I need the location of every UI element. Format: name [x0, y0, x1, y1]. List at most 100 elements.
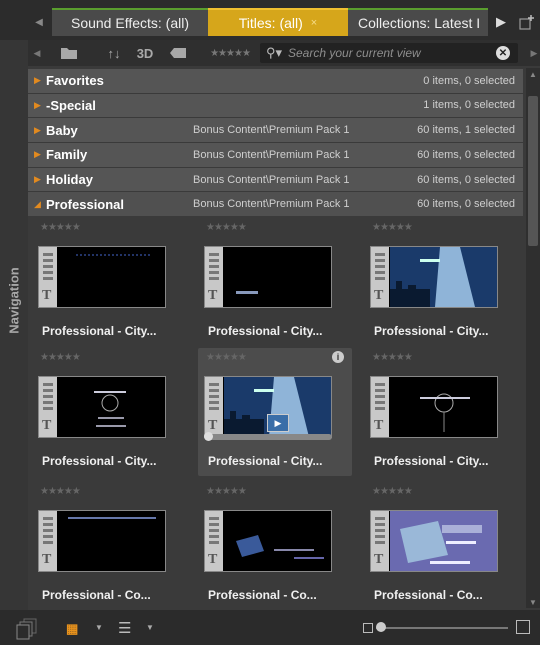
- preview-frame: [224, 247, 331, 307]
- close-tab-icon[interactable]: ×: [311, 17, 317, 29]
- zoom-slider-track[interactable]: [376, 627, 508, 629]
- preview-scrubber[interactable]: [204, 432, 332, 441]
- title-thumbnail-tile-selected[interactable]: ★★★★★ i T ▶ Professional - City...: [198, 348, 352, 476]
- rating-stars[interactable]: ★★★★★: [40, 222, 81, 233]
- rating-filter-stars[interactable]: ★★★★★: [204, 40, 256, 66]
- title-preview-image[interactable]: T: [38, 376, 166, 438]
- rating-stars[interactable]: ★★★★★: [206, 222, 247, 233]
- title-preview-image[interactable]: T: [204, 510, 332, 572]
- add-tab-icon[interactable]: [514, 8, 540, 36]
- title-preview-image[interactable]: T: [38, 246, 166, 308]
- navigation-panel-strip[interactable]: Navigation: [0, 0, 28, 645]
- category-row-special[interactable]: ▶ -Special 1 items, 0 selected: [28, 93, 523, 118]
- title-type-icon: T: [371, 511, 389, 571]
- category-row-baby[interactable]: ▶ Baby Bonus Content\Premium Pack 1 60 i…: [28, 118, 523, 142]
- tabs-scroll-right-icon[interactable]: ▶: [490, 8, 512, 36]
- toolbar-right-arrow-icon[interactable]: ▶: [528, 40, 540, 66]
- zoom-large-icon[interactable]: [516, 620, 530, 634]
- title-thumbnail-tile[interactable]: ★★★★★ T Professional - City...: [32, 218, 186, 346]
- tile-label: Professional - City...: [42, 324, 157, 338]
- play-preview-button[interactable]: ▶: [267, 414, 289, 432]
- rating-stars[interactable]: ★★★★★: [40, 352, 81, 363]
- title-type-icon: T: [205, 377, 223, 437]
- zoom-small-icon[interactable]: [363, 623, 373, 633]
- category-count: 60 items, 0 selected: [417, 173, 515, 186]
- title-thumbnail-tile[interactable]: ★★★★★ T Professional - Co...: [364, 482, 518, 610]
- scroll-up-icon[interactable]: ▲: [526, 68, 540, 80]
- search-box[interactable]: ⚲▾ ✕: [260, 43, 518, 63]
- category-name: Holiday: [46, 172, 93, 187]
- tile-label: Professional - City...: [374, 324, 489, 338]
- title-preview-image[interactable]: T ▶: [204, 376, 332, 438]
- tab-sound-effects[interactable]: Sound Effects: (all): [52, 8, 208, 36]
- scrollbar-thumb[interactable]: [528, 96, 538, 246]
- expand-arrow-icon[interactable]: ▶: [34, 125, 41, 136]
- title-preview-image[interactable]: T: [370, 246, 498, 308]
- stack-icon[interactable]: [16, 618, 38, 640]
- tabs-scroll-left-icon[interactable]: ◀: [28, 8, 50, 36]
- stereoscopic-3d-button[interactable]: 3D: [132, 40, 158, 66]
- category-path: Bonus Content\Premium Pack 1: [193, 124, 350, 137]
- tile-label: Professional - City...: [42, 454, 157, 468]
- category-path: Bonus Content\Premium Pack 1: [193, 173, 350, 186]
- rating-stars[interactable]: ★★★★★: [372, 352, 413, 363]
- title-thumbnail-tile[interactable]: ★★★★★ T Professional - Co...: [32, 482, 186, 610]
- rating-stars[interactable]: ★★★★★: [372, 486, 413, 497]
- category-row-professional[interactable]: ◢ Professional Bonus Content\Premium Pac…: [28, 192, 523, 216]
- title-thumbnail-tile[interactable]: ★★★★★ T Professional - City...: [32, 348, 186, 476]
- tile-label: Professional - City...: [374, 454, 489, 468]
- title-preview-image[interactable]: T: [370, 510, 498, 572]
- folder-icon[interactable]: [58, 40, 80, 66]
- rating-stars[interactable]: ★★★★★: [206, 486, 247, 497]
- tab-label: Titles: (all): [238, 15, 303, 31]
- info-icon[interactable]: i: [332, 351, 344, 363]
- category-name: Family: [46, 147, 88, 163]
- category-path: Bonus Content\Premium Pack 1: [193, 148, 350, 161]
- chevron-down-icon[interactable]: ▼: [95, 623, 103, 632]
- rating-stars[interactable]: ★★★★★: [40, 486, 81, 497]
- scroll-down-icon[interactable]: ▼: [526, 596, 540, 608]
- tab-collections[interactable]: Collections: Latest I: [348, 8, 488, 36]
- rating-stars[interactable]: ★★★★★: [372, 222, 413, 233]
- category-row-holiday[interactable]: ▶ Holiday Bonus Content\Premium Pack 1 6…: [28, 167, 523, 192]
- title-preview-image[interactable]: T: [38, 510, 166, 572]
- list-view-icon[interactable]: ☰: [118, 619, 131, 637]
- grid-view-icon[interactable]: ▦: [66, 621, 78, 637]
- chevron-down-icon[interactable]: ▼: [146, 623, 154, 632]
- title-thumbnail-tile[interactable]: ★★★★★ T Professional - Co...: [198, 482, 352, 610]
- expand-arrow-icon[interactable]: ▶: [34, 75, 41, 86]
- nav-strip-top: [0, 0, 28, 40]
- tile-label: Professional - City...: [208, 454, 323, 468]
- title-type-icon: T: [371, 247, 389, 307]
- title-thumbnail-tile[interactable]: ★★★★★ T Professional - City...: [364, 348, 518, 476]
- clear-search-icon[interactable]: ✕: [496, 46, 510, 60]
- category-row-favorites[interactable]: ▶ Favorites 0 items, 0 selected: [28, 69, 523, 93]
- expand-arrow-icon[interactable]: ▶: [34, 100, 41, 111]
- search-input[interactable]: [288, 46, 488, 60]
- library-toolbar: ◀ ↑↓ 3D ★★★★★ ⚲▾ ✕ ▶: [28, 40, 540, 66]
- collapse-arrow-icon[interactable]: ◢: [34, 199, 41, 210]
- expand-arrow-icon[interactable]: ▶: [34, 174, 41, 185]
- scrubber-handle[interactable]: [204, 432, 213, 441]
- vertical-scrollbar[interactable]: ▲ ▼: [526, 68, 540, 608]
- toolbar-left-arrow-icon[interactable]: ◀: [30, 40, 44, 66]
- title-preview-image[interactable]: T: [370, 376, 498, 438]
- sort-icon[interactable]: ↑↓: [100, 40, 128, 66]
- title-thumbnail-tile[interactable]: ★★★★★ T Professional - City...: [198, 218, 352, 346]
- category-name: Professional: [46, 196, 125, 212]
- expand-arrow-icon[interactable]: ▶: [34, 149, 41, 160]
- tag-icon[interactable]: [168, 40, 188, 66]
- zoom-slider-handle[interactable]: [376, 622, 386, 632]
- title-preview-image[interactable]: T: [204, 246, 332, 308]
- rating-stars[interactable]: ★★★★★: [206, 352, 247, 363]
- tab-bar: ◀ Sound Effects: (all) Titles: (all) × C…: [28, 0, 540, 40]
- category-count: 60 items, 0 selected: [417, 198, 515, 211]
- tab-titles[interactable]: Titles: (all) ×: [208, 8, 348, 36]
- category-row-family[interactable]: ▶ Family Bonus Content\Premium Pack 1 60…: [28, 143, 523, 167]
- navigation-label[interactable]: Navigation: [2, 250, 26, 350]
- bottom-bar: ▦ ▼ ☰ ▼: [0, 610, 540, 645]
- title-thumbnail-tile[interactable]: ★★★★★ T Professional - City...: [364, 218, 518, 346]
- navigation-label-text: Navigation: [6, 266, 22, 334]
- preview-frame: [58, 247, 165, 307]
- search-icon[interactable]: ⚲▾: [266, 45, 288, 61]
